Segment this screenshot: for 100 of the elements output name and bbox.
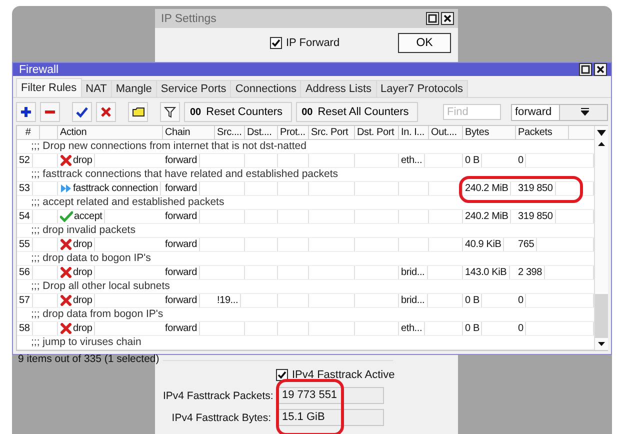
action-label: drop [73,238,92,251]
tab[interactable]: Mangle [110,80,157,97]
table-cell: 240.2 MiB [463,210,512,223]
cross-icon [60,239,72,250]
action-label: drop [73,294,92,307]
comment-button[interactable] [128,102,148,122]
table-cell: 0 B [463,294,482,307]
table-cell: brid... [399,294,428,307]
checkbox[interactable] [270,37,282,49]
rule-row[interactable]: 57 drop forward !19... brid... 0 B 0 [17,294,594,308]
column-header[interactable]: Bytes [463,126,516,139]
rule-number: 56 [17,266,33,279]
rule-row[interactable]: 54 accept forward 240.2 MiB 319 850 [17,210,594,224]
filter-button[interactable] [160,102,180,122]
rule-comment: ;;; Drop new connections from internet that is not dst-natted [31,140,306,152]
column-header[interactable]: Prot... [278,126,309,139]
rule-number: 52 [17,154,33,167]
table-cell: 0 [516,294,526,307]
table-cell: forward [163,266,200,279]
rule-row[interactable]: 56 drop forward brid... 143.0 KiB 2 398 [17,266,594,280]
tab[interactable]: Layer7 Protocols [376,80,468,97]
caret-icon [597,129,606,137]
column-header[interactable]: Src.... [215,126,245,139]
double-arrow-icon [60,183,72,194]
table-cell: eth... [399,154,426,167]
action-label: drop [73,154,92,167]
rule-comment: ;;; drop data from bogon IP's [31,308,164,320]
chain-dropdown[interactable]: forward [511,104,608,120]
checkbox[interactable] [276,369,288,381]
column-header[interactable]: # [17,126,40,139]
scrollbar[interactable] [594,126,608,350]
reset-button[interactable]: 00 Reset All Counters [296,102,418,122]
table-cell: brid... [399,266,428,279]
column-header[interactable]: Out.... [429,126,463,139]
cross-icon [60,267,72,278]
remove-button[interactable] [40,102,60,122]
rule-row[interactable]: 55 drop forward 40.9 KiB 765 [17,238,594,252]
column-header[interactable]: Chain [163,126,215,139]
cross-icon [60,323,72,334]
rule-row[interactable]: 58 drop forward eth... 0 B 0 [17,322,594,336]
rule-number: 54 [17,210,33,223]
field-label: IPv4 Fasttrack Packets: [163,390,271,402]
checkbox-label: IPv4 Fasttrack Active [292,369,395,381]
close-icon[interactable] [594,63,607,76]
rule-comment: ;;; drop invalid packets [31,224,136,236]
rule-comment: ;;; fasttrack connections that have related and established packets [31,168,338,180]
rule-comment: ;;; drop data to bogon IP's [31,252,151,264]
column-header[interactable]: Dst.... [245,126,278,139]
table-cell: forward [163,182,200,195]
rule-number: 53 [17,182,33,195]
x-icon [100,106,112,118]
enable-button[interactable] [72,102,92,122]
table-cell: 0 [516,322,526,335]
close-icon[interactable] [441,12,454,25]
rule-row[interactable]: 52 drop forward eth... 0 B 0 [17,154,594,168]
table-cell: forward [163,294,200,307]
maximize-icon[interactable] [426,12,439,25]
action-label: accept [74,210,102,223]
action-label: fasttrack connection [73,182,158,195]
tab[interactable]: NAT [80,80,112,97]
column-header[interactable]: Dst. Port [355,126,399,139]
table-cell: 240.2 MiB [463,182,512,195]
tab[interactable]: Service Ports [156,80,232,97]
table-cell: forward [163,238,200,251]
column-header[interactable]: In. I... [399,126,429,139]
value-field: 19 773 551 [276,387,384,404]
status-bar-text: 9 items out of 335 (1 selected) [17,352,160,367]
table-cell: !19... [215,294,242,307]
tab[interactable]: Address Lists [300,80,376,97]
maximize-icon[interactable] [579,63,592,76]
scroll-thumb[interactable] [595,294,608,338]
column-header[interactable]: Packets [516,126,569,139]
add-button[interactable] [16,102,36,122]
table-cell: 40.9 KiB [463,238,504,251]
rule-number: 58 [17,322,33,335]
checkmark-icon [76,106,88,118]
table-cell: 0 B [463,322,482,335]
column-header[interactable]: Src. Port [309,126,355,139]
rule-number: 55 [17,238,33,251]
checkmark-icon [60,211,73,222]
cross-icon [60,295,72,306]
cross-icon [60,155,72,166]
tab[interactable]: Connections [230,80,302,97]
window-title: Firewall [19,64,59,76]
scroll-up-icon[interactable] [598,141,605,147]
rule-number: 57 [17,294,33,307]
ok-button[interactable]: OK [398,33,451,53]
search-field[interactable]: Find [443,104,501,120]
reset-button[interactable]: 00 Reset Counters [184,102,292,122]
tab[interactable]: Filter Rules [16,78,82,97]
window-title: IP Settings [161,12,216,24]
table-cell: 2 398 [516,266,546,279]
disable-button[interactable] [96,102,116,122]
caret-icon [581,108,589,116]
plus-icon [20,106,32,118]
funnel-icon [164,106,176,118]
field-label: IPv4 Fasttrack Bytes: [170,412,271,424]
table-cell: 319 850 [516,210,556,223]
column-header[interactable]: Action [58,126,163,139]
scroll-down-icon[interactable] [598,341,605,347]
